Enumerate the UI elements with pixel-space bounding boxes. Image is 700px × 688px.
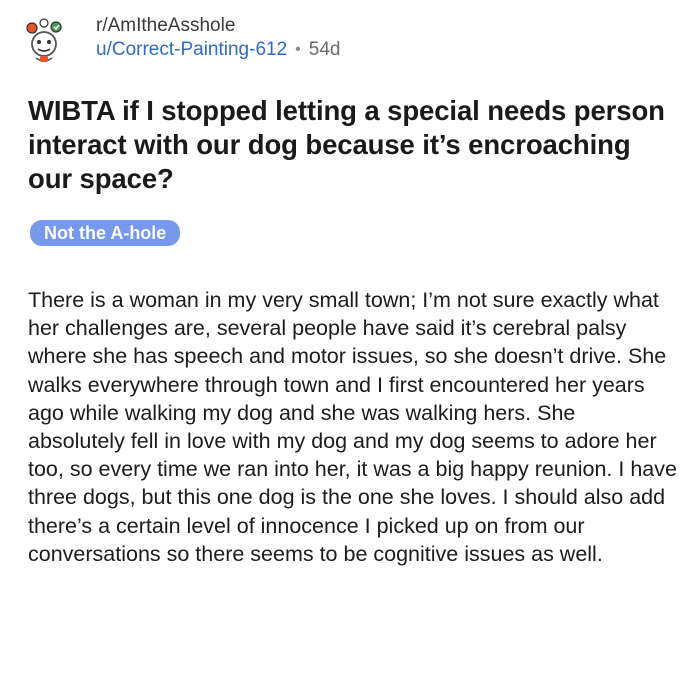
post-header: r/AmItheAsshole u/Correct-Painting-612 •… (22, 14, 340, 68)
author-line: u/Correct-Painting-612 • 54d (96, 38, 340, 62)
subreddit-link[interactable]: r/AmItheAsshole (96, 14, 340, 38)
post-title[interactable]: WIBTA if I stopped letting a special nee… (28, 94, 668, 196)
author-link[interactable]: u/Correct-Painting-612 (96, 38, 287, 62)
post-card: r/AmItheAsshole u/Correct-Painting-612 •… (0, 0, 700, 688)
post-flair[interactable]: Not the A-hole (30, 220, 181, 246)
post-body: There is a woman in my very small town; … (28, 288, 677, 566)
post-age: 54d (308, 39, 341, 60)
subreddit-avatar-icon[interactable] (22, 14, 84, 68)
separator-dot: • (295, 41, 301, 58)
post-meta: r/AmItheAsshole u/Correct-Painting-612 •… (96, 14, 340, 62)
